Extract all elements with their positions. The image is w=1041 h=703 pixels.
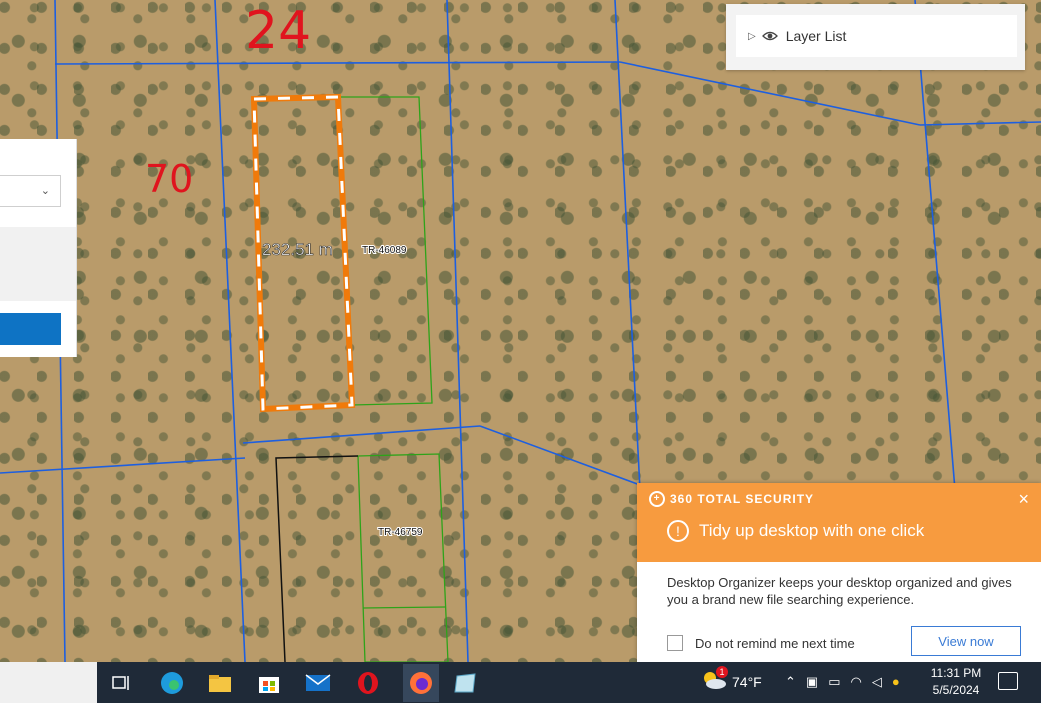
volume-icon[interactable]: ◁ — [872, 674, 882, 690]
taskbar-search-area[interactable] — [0, 662, 97, 703]
battery-icon[interactable]: ▭ — [828, 674, 840, 690]
parcel-line — [0, 457, 246, 474]
layer-list-row[interactable]: ▷ Layer List — [736, 15, 1017, 57]
clock-time: 11:31 PM — [930, 666, 982, 680]
dont-remind-label: Do not remind me next time — [695, 635, 855, 651]
store-icon[interactable] — [256, 670, 282, 696]
parcel-line — [54, 61, 621, 65]
parcel-line — [919, 121, 1041, 126]
weather-widget[interactable]: 1 74°F — [702, 666, 762, 693]
exclamation-icon: ! — [667, 520, 689, 542]
weather-temp: 74°F — [732, 673, 762, 690]
clock[interactable]: 11:31 PM 5/5/2024 — [928, 665, 984, 699]
parcel-line — [914, 0, 956, 491]
brand-name: 360 TOTAL SECURITY — [670, 492, 815, 506]
close-icon[interactable]: × — [1018, 489, 1029, 510]
notification-title: ! Tidy up desktop with one click — [667, 520, 924, 542]
chevron-up-icon[interactable]: ⌃ — [785, 674, 796, 690]
wifi-icon[interactable]: ◠ — [851, 674, 862, 690]
360-logo-icon: + — [649, 491, 665, 507]
clock-date: 5/5/2024 — [932, 683, 980, 697]
parcel-line — [242, 425, 481, 444]
security-tray-icon[interactable]: ● — [892, 674, 900, 690]
file-explorer-icon[interactable] — [207, 670, 233, 696]
brand: + 360 TOTAL SECURITY — [649, 491, 814, 507]
taskbar: 1 74°F ⌃ ▣ ▭ ◠ ◁ ● 11:31 PM 5/5/2024 — [0, 662, 1041, 703]
weather-cloud-icon: 1 — [702, 666, 728, 693]
notification-center-icon[interactable] — [998, 672, 1018, 690]
parcel-label-tr-46089: TR-46089 — [362, 245, 407, 256]
title-text: Tidy up desktop with one click — [699, 521, 925, 540]
measurement-label: 232.51 m — [262, 240, 333, 259]
weather-badge: 1 — [716, 666, 728, 678]
handwritten-70: 70 — [145, 157, 193, 201]
dont-remind-checkbox-row[interactable]: Do not remind me next time — [667, 635, 855, 651]
panel-content-area — [0, 227, 76, 301]
system-tray: ⌃ ▣ ▭ ◠ ◁ ● — [785, 674, 900, 690]
chevron-down-icon: ⌄ — [40, 185, 50, 197]
parcel-tr-46759 — [357, 453, 449, 662]
edge-icon[interactable] — [159, 670, 185, 696]
parcel-line — [362, 606, 446, 609]
parcel-line — [479, 425, 641, 486]
eye-icon[interactable] — [761, 28, 778, 44]
meet-now-icon[interactable]: ▣ — [806, 674, 818, 690]
dont-remind-checkbox[interactable] — [667, 635, 683, 651]
parcel-line — [619, 61, 921, 126]
opera-icon[interactable] — [355, 670, 381, 696]
primary-button[interactable] — [0, 313, 61, 345]
dropdown-select[interactable]: ⌄ — [0, 175, 61, 207]
firefox-icon[interactable] — [403, 664, 439, 702]
handwritten-24: 24 — [245, 1, 311, 61]
parcel-line — [446, 0, 469, 662]
notification-header: + 360 TOTAL SECURITY × ! Tidy up desktop… — [637, 483, 1041, 562]
side-panel: ⌄ — [0, 139, 77, 357]
task-view-icon[interactable] — [108, 670, 134, 696]
view-now-button[interactable]: View now — [911, 626, 1021, 656]
notepad-icon[interactable] — [452, 670, 478, 696]
layer-list-label: Layer List — [785, 28, 847, 44]
mail-icon[interactable] — [305, 670, 331, 696]
parcel-outline-black — [275, 455, 359, 662]
layer-list-panel: ▷ Layer List — [726, 4, 1025, 70]
parcel-line — [214, 0, 246, 662]
parcel-label-tr-46759: TR-46759 — [378, 527, 423, 538]
expand-caret-icon[interactable]: ▷ — [748, 31, 756, 42]
security-notification: + 360 TOTAL SECURITY × ! Tidy up desktop… — [637, 483, 1041, 662]
parcel-line — [614, 0, 641, 491]
notification-description: Desktop Organizer keeps your desktop org… — [667, 575, 1012, 607]
